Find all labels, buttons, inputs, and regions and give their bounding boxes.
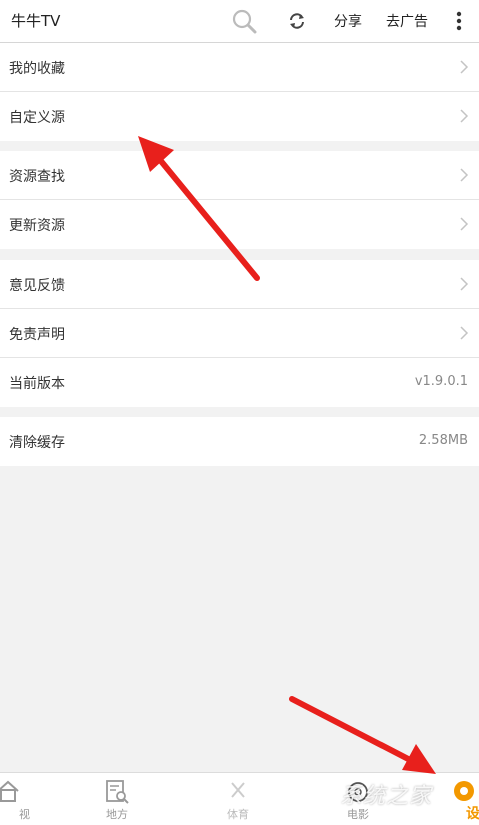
menu-item-label: 免责声明: [9, 327, 65, 343]
remove-ads-button[interactable]: 去广告: [386, 11, 428, 31]
menu-item-label: 更新资源: [9, 218, 65, 234]
tab-sports[interactable]: 体育: [208, 773, 268, 825]
menu-item-find-resources[interactable]: 资源查找: [0, 151, 479, 200]
share-button[interactable]: 分享: [334, 11, 362, 31]
menu-item-label: 资源查找: [9, 169, 65, 185]
menu-item-custom-source[interactable]: 自定义源: [0, 92, 479, 141]
menu-item-label: 自定义源: [9, 110, 65, 126]
settings-icon: [454, 781, 474, 801]
search-icon[interactable]: [229, 6, 259, 36]
tab-label: 地方: [106, 808, 128, 821]
menu-item-favorites[interactable]: 我的收藏: [0, 43, 479, 92]
top-bar: 牛牛TV 分享 去广告: [0, 0, 479, 43]
arrow-to-settings-tab: [289, 696, 436, 774]
menu-item-label: 我的收藏: [9, 61, 65, 77]
sports-icon: [231, 782, 245, 798]
chevron-right-icon: [460, 217, 469, 231]
menu-item-label: 清除缓存: [9, 435, 65, 451]
chevron-right-icon: [460, 326, 469, 340]
menu-item-current-version: 当前版本 v1.9.0.1: [0, 358, 479, 407]
menu-group-favorites: 我的收藏 自定义源: [0, 43, 479, 141]
menu-item-disclaimer[interactable]: 免责声明: [0, 309, 479, 358]
tab-local[interactable]: 地方: [87, 773, 147, 825]
app-title: 牛牛TV: [11, 12, 61, 30]
tab-label: 设: [466, 806, 479, 822]
menu-item-update-resources[interactable]: 更新资源: [0, 200, 479, 249]
chevron-right-icon: [460, 109, 469, 123]
menu-group-cache: 清除缓存 2.58MB: [0, 417, 479, 466]
more-vertical-icon[interactable]: [444, 6, 474, 36]
menu-group-info: 意见反馈 免责声明 当前版本 v1.9.0.1: [0, 260, 479, 407]
local-search-icon: [106, 780, 129, 804]
tab-label: 视: [19, 808, 30, 821]
cache-size-value: 2.58MB: [418, 433, 468, 448]
chevron-right-icon: [460, 60, 469, 74]
menu-item-feedback[interactable]: 意见反馈: [0, 260, 479, 309]
menu-item-label: 意见反馈: [9, 278, 65, 294]
menu-item-clear-cache[interactable]: 清除缓存 2.58MB: [0, 417, 479, 466]
watermark-text: 系统之家: [340, 784, 433, 809]
menu-item-label: 当前版本: [9, 376, 65, 392]
chevron-right-icon: [460, 168, 469, 182]
chevron-right-icon: [460, 277, 469, 291]
version-value: v1.9.0.1: [414, 374, 468, 389]
menu-group-resources: 资源查找 更新资源: [0, 151, 479, 249]
tab-label: 体育: [227, 808, 249, 821]
home-icon: [0, 780, 19, 802]
tab-settings[interactable]: 设: [452, 773, 479, 825]
tab-home[interactable]: 视: [0, 773, 38, 825]
refresh-icon[interactable]: [282, 6, 312, 36]
